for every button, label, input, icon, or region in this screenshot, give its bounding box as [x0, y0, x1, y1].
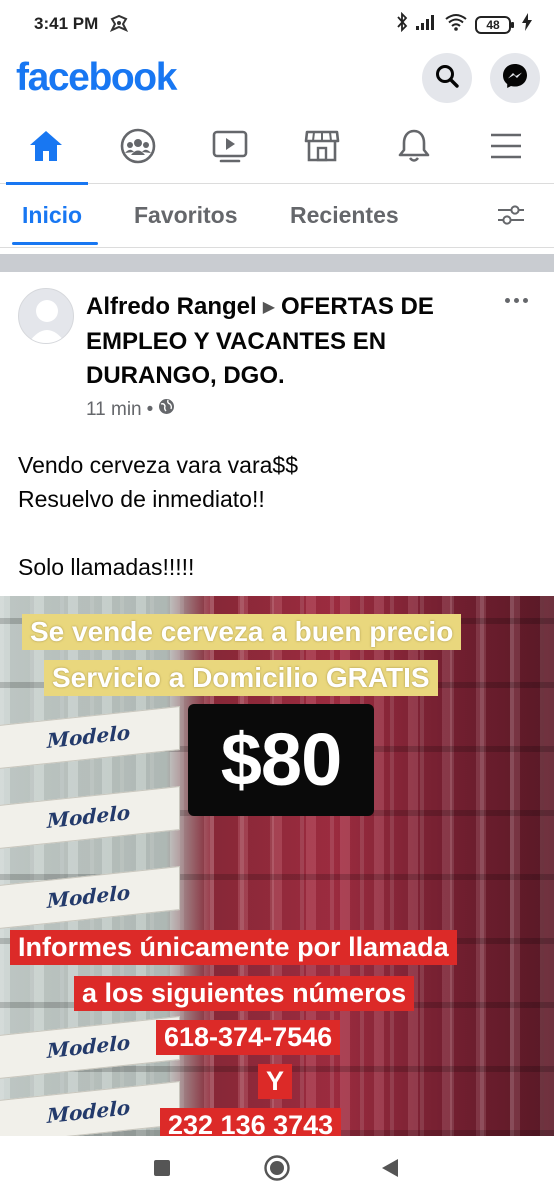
post-text-line: Vendo cerveza vara vara$$	[18, 452, 299, 478]
box-brand: Modelo	[47, 720, 131, 753]
app-header: facebook	[0, 50, 554, 110]
battery-icon: 48	[475, 15, 514, 34]
signal-icon	[415, 13, 437, 36]
post-image[interactable]: Modelo Modelo Modelo Modelo Modelo Se ve…	[0, 596, 554, 1136]
status-bar: 3:41 PM 48	[0, 0, 554, 50]
feed-tabs: Inicio Favoritos Recientes	[0, 184, 554, 248]
image-text-line: Informes únicamente por llamada	[10, 930, 457, 965]
main-nav	[0, 112, 554, 185]
home-icon	[28, 129, 64, 168]
charging-icon	[522, 13, 532, 36]
dot	[504, 297, 510, 303]
groups-icon	[119, 127, 157, 170]
box-brand: Modelo	[47, 880, 131, 913]
tab-favoritos[interactable]: Favoritos	[134, 202, 238, 229]
arrow-right-icon: ▶	[262, 299, 275, 316]
post-header: Alfredo Rangel ▶ OFERTAS DE EMPLEO Y VACAN…	[86, 290, 486, 393]
nav-marketplace[interactable]	[276, 112, 368, 184]
search-icon	[434, 63, 460, 94]
wifi-icon	[444, 13, 468, 36]
filter-icon[interactable]	[496, 202, 526, 233]
messenger-button[interactable]	[490, 53, 540, 103]
post-text-line: Solo llamadas!!!!!	[18, 554, 195, 580]
price-label: $80	[188, 704, 374, 816]
marketplace-icon	[303, 128, 341, 169]
bluetooth-icon	[396, 11, 408, 37]
nav-home[interactable]	[0, 112, 92, 185]
post-time[interactable]: 11 min	[86, 399, 142, 421]
globe-icon	[158, 398, 175, 421]
back-icon[interactable]	[380, 1157, 400, 1184]
post-options-button[interactable]	[500, 290, 532, 310]
nav-watch[interactable]	[184, 112, 276, 184]
phone-number: 618-374-7546	[156, 1020, 341, 1055]
status-icons: 48	[396, 11, 532, 37]
image-text-line: a los siguientes números	[74, 976, 415, 1011]
box-brand: Modelo	[47, 1095, 131, 1128]
post-text-line: Resuelvo de inmediato!!	[18, 486, 265, 512]
recents-icon[interactable]	[152, 1158, 172, 1183]
notification-icon	[108, 13, 130, 40]
image-text-line: Servicio a Domicilio GRATIS	[44, 660, 438, 696]
meta-separator: •	[146, 398, 154, 420]
dot	[522, 297, 528, 303]
nav-menu[interactable]	[460, 112, 552, 184]
post-author[interactable]: Alfredo Rangel	[86, 293, 257, 320]
phone-number: 232 136 3743	[160, 1108, 342, 1136]
system-nav-bar	[0, 1136, 554, 1200]
nav-groups[interactable]	[92, 112, 184, 184]
post-body: Vendo cerveza vara vara$$ Resuelvo de in…	[18, 448, 298, 584]
search-button[interactable]	[422, 53, 472, 103]
feed-divider	[0, 254, 554, 272]
image-text-line: Se vende cerveza a buen precio	[22, 614, 462, 650]
tab-inicio[interactable]: Inicio	[22, 202, 82, 229]
box-brand: Modelo	[47, 800, 131, 833]
messenger-icon	[501, 62, 529, 95]
box-brand: Modelo	[47, 1030, 131, 1063]
post-meta: 11 min •	[86, 398, 175, 421]
dot	[513, 297, 519, 303]
avatar[interactable]	[18, 288, 74, 344]
tab-active-indicator	[12, 242, 98, 245]
status-time: 3:41 PM	[34, 14, 99, 33]
tab-recientes[interactable]: Recientes	[290, 202, 399, 229]
menu-icon	[489, 132, 523, 165]
home-button-icon[interactable]	[263, 1154, 291, 1187]
image-text-line: Y	[258, 1064, 293, 1099]
nav-notifications[interactable]	[368, 112, 460, 184]
facebook-logo[interactable]: facebook	[16, 56, 177, 100]
battery-level: 48	[486, 17, 500, 32]
bell-icon	[397, 128, 431, 169]
watch-icon	[211, 128, 249, 169]
